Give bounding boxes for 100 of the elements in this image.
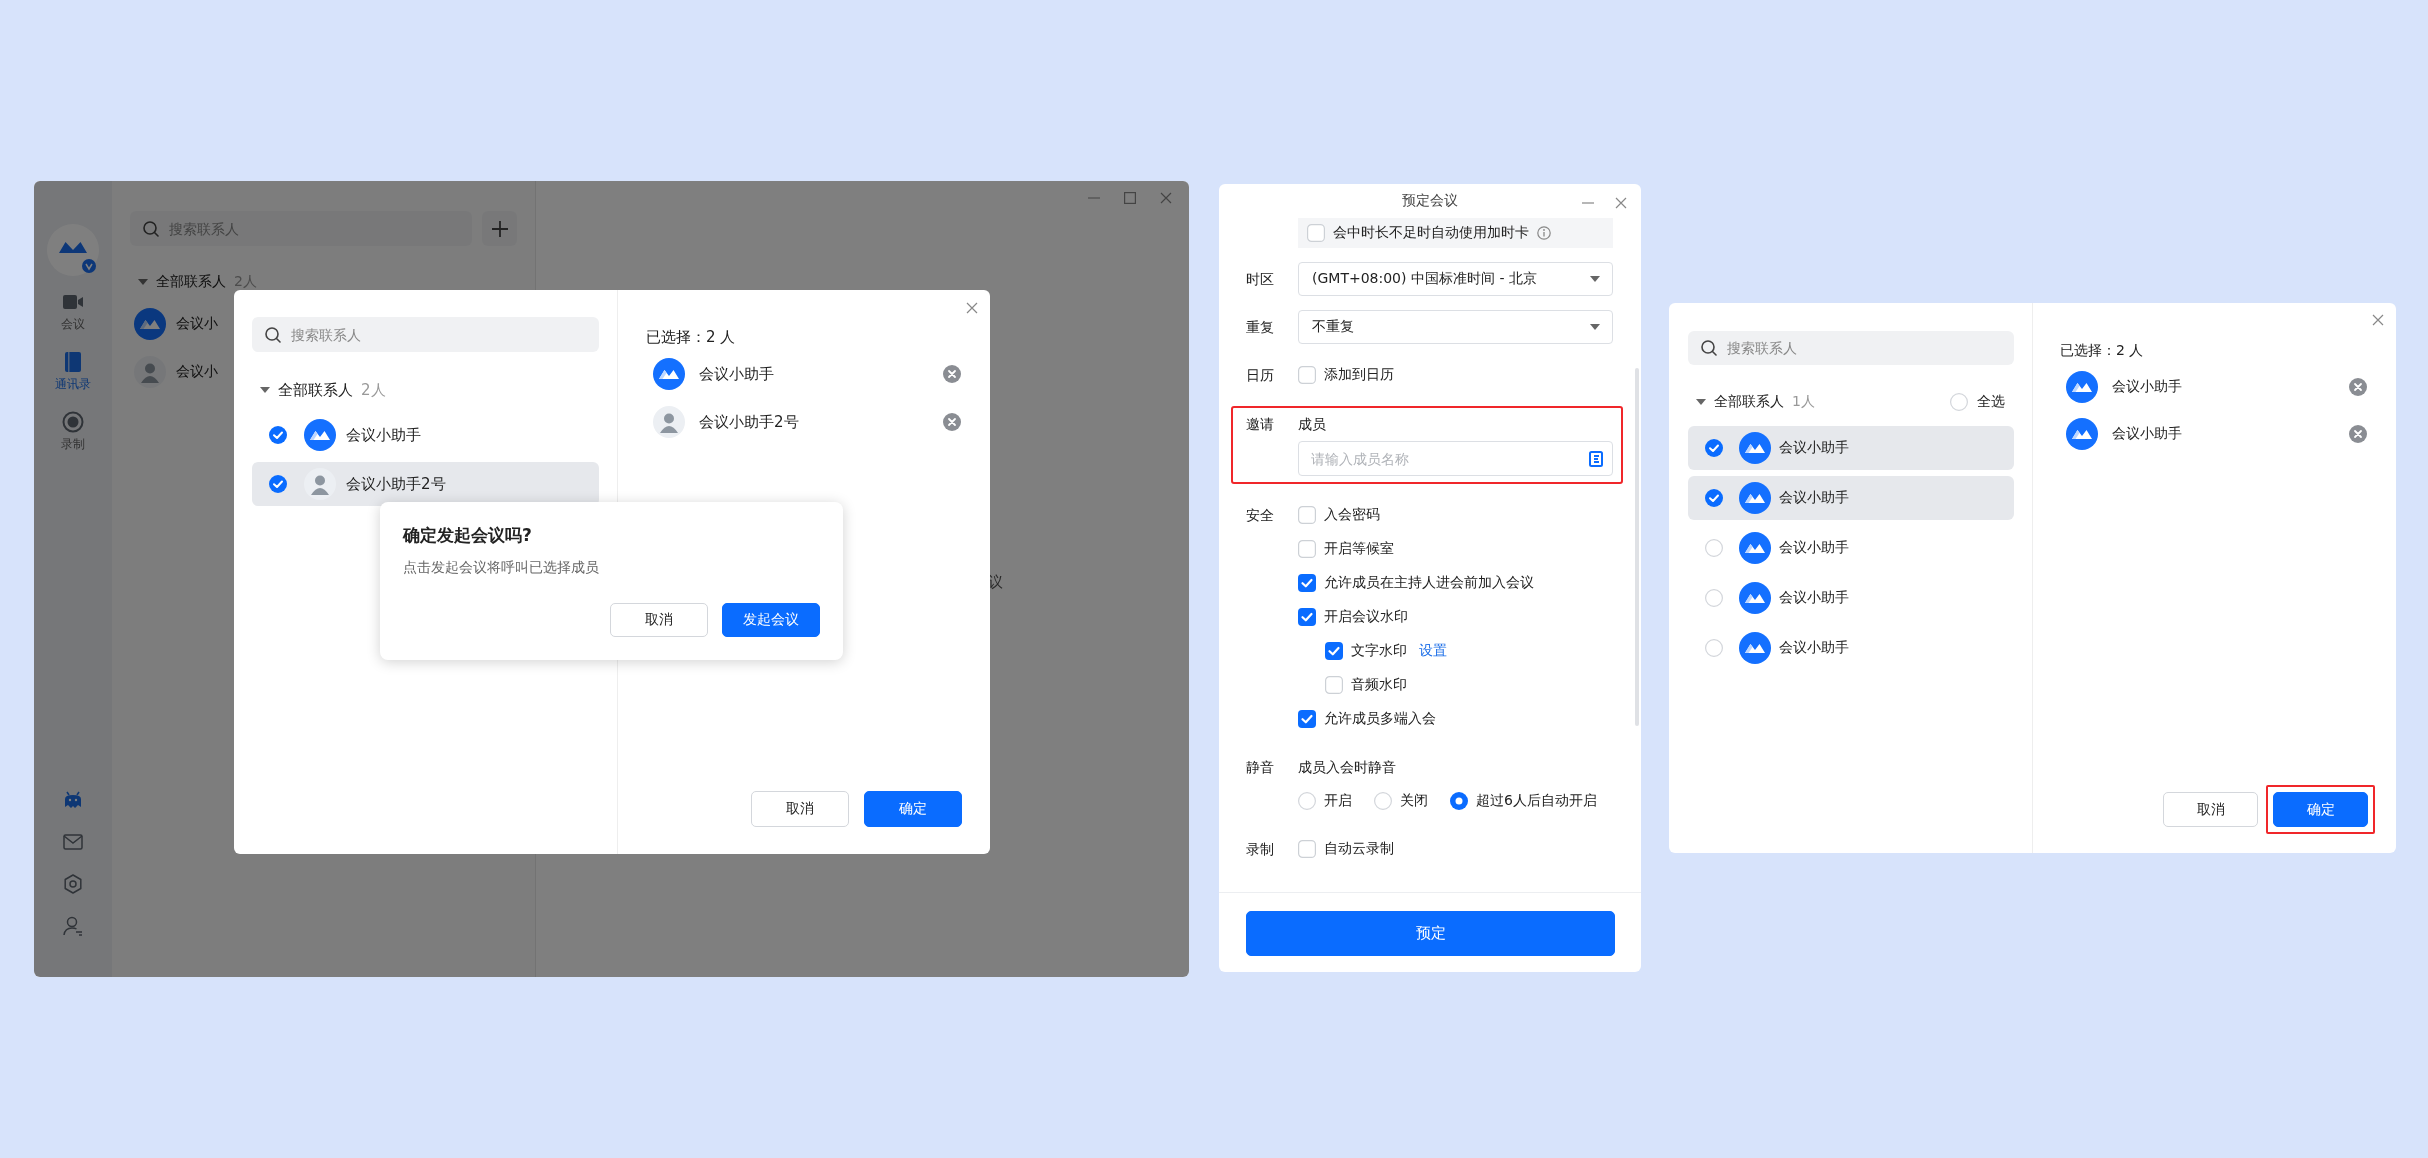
search-field[interactable]: 搜索联系人 <box>252 317 599 352</box>
option-label: 开启 <box>1324 792 1352 810</box>
settings-link[interactable]: 设置 <box>1419 642 1447 660</box>
field-label: 安全 <box>1246 506 1275 525</box>
check-circle[interactable] <box>1950 393 1968 411</box>
record-icon[interactable] <box>62 411 84 433</box>
field-label: 录制 <box>1246 840 1275 859</box>
popup-message: 点击发起会议将呼叫已选择成员 <box>403 559 600 577</box>
radio-button[interactable] <box>1298 792 1316 810</box>
address-book-icon[interactable] <box>62 351 84 373</box>
option-label: 入会密码 <box>1324 506 1380 524</box>
option-label: 文字水印 <box>1351 642 1407 660</box>
robot-icon[interactable] <box>62 789 84 811</box>
info-icon[interactable] <box>1537 226 1551 240</box>
field-label: 静音 <box>1246 758 1275 777</box>
caret-icon[interactable] <box>138 279 148 285</box>
check-circle[interactable] <box>1705 639 1723 657</box>
field-label: 重复 <box>1246 318 1275 337</box>
user-switch-icon[interactable] <box>62 915 84 937</box>
contact-name: 会议小助手 <box>2112 425 2183 443</box>
remove-icon[interactable] <box>2349 378 2367 396</box>
remove-icon[interactable] <box>2349 425 2367 443</box>
search-field[interactable]: 搜索联系人 <box>1688 331 2014 365</box>
caret-icon[interactable] <box>260 387 270 393</box>
checkbox[interactable] <box>1307 224 1325 242</box>
radio-button[interactable] <box>1374 792 1392 810</box>
check-circle[interactable] <box>1705 489 1723 507</box>
confirm-button[interactable]: 发起会议 <box>722 603 820 637</box>
contact-row[interactable]: 会议小助手 <box>252 413 599 457</box>
settings-icon[interactable] <box>62 873 84 895</box>
option-label: 音频水印 <box>1351 676 1407 694</box>
person-avatar-icon <box>304 468 336 500</box>
check-circle[interactable] <box>1705 589 1723 607</box>
field-caption: 成员入会时静音 <box>1298 758 1397 777</box>
caret-icon[interactable] <box>1590 276 1600 282</box>
confirm-button[interactable]: 确定 <box>2273 792 2368 827</box>
cancel-button[interactable]: 取消 <box>610 603 708 637</box>
option-label: 自动云录制 <box>1324 840 1394 858</box>
checkbox[interactable] <box>1298 840 1316 858</box>
cancel-button[interactable]: 取消 <box>751 791 849 827</box>
plus-icon <box>490 219 509 238</box>
contact-name: 会议小助手 <box>1779 489 1849 507</box>
contact-row[interactable]: 会议小助手 <box>1688 476 2014 520</box>
add-button[interactable] <box>482 211 517 246</box>
group-title[interactable]: 全部联系人 <box>156 273 226 291</box>
maximize-icon[interactable] <box>1124 192 1136 204</box>
contact-name[interactable]: 会议小 <box>176 363 218 381</box>
logo-avatar-icon <box>2066 418 2098 450</box>
checkbox[interactable] <box>1298 710 1316 728</box>
check-circle[interactable] <box>269 475 287 493</box>
confirm-button[interactable]: 确定 <box>864 791 962 827</box>
group-title[interactable]: 全部联系人 <box>278 380 353 400</box>
contacts-icon[interactable] <box>1589 450 1603 467</box>
close-icon[interactable] <box>966 302 978 314</box>
check-circle[interactable] <box>269 426 287 444</box>
dropdown[interactable]: (GMT+08:00) 中国标准时间 - 北京 <box>1298 262 1613 296</box>
window-title: 预定会议 <box>1402 192 1458 210</box>
contact-name: 会议小助手 <box>1779 439 1849 457</box>
contact-row[interactable]: 会议小助手 <box>1688 626 2014 670</box>
dropdown[interactable]: 不重复 <box>1298 310 1613 344</box>
contact-row[interactable]: 会议小助手 <box>1688 426 2014 470</box>
checkbox[interactable] <box>1325 642 1343 660</box>
popup-title: 确定发起会议吗? <box>403 524 533 547</box>
logo-avatar-icon <box>1739 582 1771 614</box>
selected-count: 已选择：2 人 <box>2060 341 2145 360</box>
scrollbar[interactable] <box>1635 368 1639 726</box>
checkbox[interactable] <box>1325 676 1343 694</box>
contact-row[interactable]: 会议小助手2号 <box>252 462 599 506</box>
option-label: 允许成员在主持人进会前加入会议 <box>1324 574 1534 592</box>
option-label: 允许成员多端入会 <box>1324 710 1436 728</box>
checkbox[interactable] <box>1298 366 1316 384</box>
member-input[interactable]: 请输入成员名称 <box>1298 441 1613 476</box>
close-icon[interactable] <box>1615 197 1627 209</box>
radio-button[interactable] <box>1450 792 1468 810</box>
checkbox[interactable] <box>1298 506 1316 524</box>
contact-name: 会议小助手 <box>1779 639 1849 657</box>
checkbox[interactable] <box>1298 574 1316 592</box>
close-icon[interactable] <box>2372 314 2384 326</box>
checkbox[interactable] <box>1298 540 1316 558</box>
check-circle[interactable] <box>1705 439 1723 457</box>
contact-name: 会议小助手 <box>699 364 775 384</box>
contact-name[interactable]: 会议小 <box>176 315 218 333</box>
checkbox[interactable] <box>1298 608 1316 626</box>
close-icon[interactable] <box>1160 192 1172 204</box>
logo-avatar-icon <box>1739 432 1771 464</box>
remove-icon[interactable] <box>943 365 961 383</box>
caret-icon[interactable] <box>1696 399 1706 405</box>
contact-row[interactable]: 会议小助手 <box>1688 526 2014 570</box>
select-all-label[interactable]: 全选 <box>1977 393 2005 411</box>
contact-row[interactable]: 会议小助手 <box>1688 576 2014 620</box>
contact-name: 会议小助手2号 <box>346 474 446 494</box>
check-circle[interactable] <box>1705 539 1723 557</box>
schedule-button[interactable]: 预定 <box>1246 911 1615 956</box>
remove-icon[interactable] <box>943 413 961 431</box>
cancel-button[interactable]: 取消 <box>2163 792 2258 827</box>
option-label: 会中时长不足时自动使用加时卡 <box>1333 224 1529 242</box>
group-title[interactable]: 全部联系人 <box>1714 393 1784 411</box>
mail-icon[interactable] <box>62 831 84 853</box>
caret-icon[interactable] <box>1590 324 1600 330</box>
app-logo-icon[interactable] <box>46 223 100 277</box>
